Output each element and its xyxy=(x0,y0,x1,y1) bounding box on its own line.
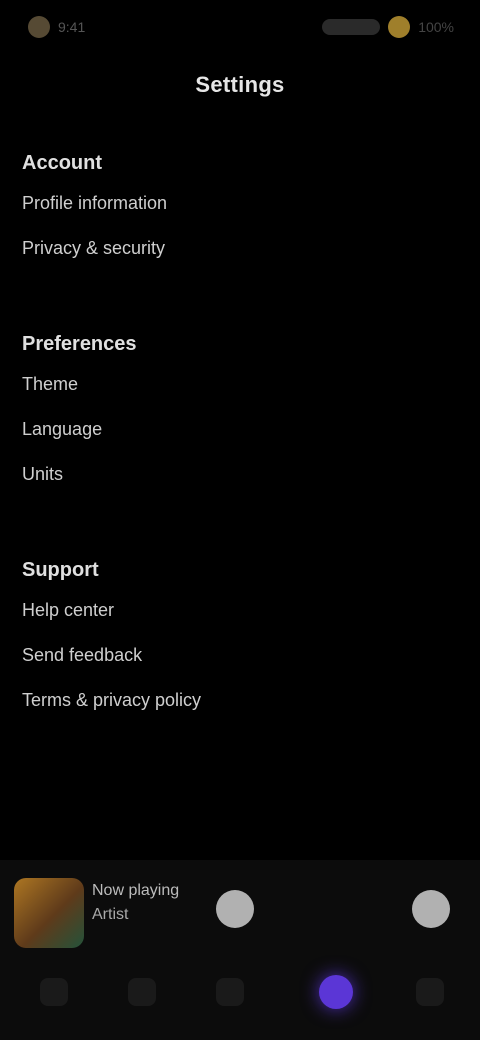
status-right: 100% xyxy=(322,16,454,38)
library-icon xyxy=(216,978,244,1006)
setting-language[interactable]: Language xyxy=(22,419,462,440)
status-time: 9:41 xyxy=(58,19,86,35)
status-indicator-icon xyxy=(28,16,50,38)
player-title: Now playing xyxy=(92,882,180,899)
setting-units[interactable]: Units xyxy=(22,464,462,485)
setting-terms[interactable]: Terms & privacy policy xyxy=(22,690,462,711)
battery-icon xyxy=(322,19,381,35)
profile-icon xyxy=(416,978,444,1006)
play-button[interactable] xyxy=(216,890,254,928)
setting-privacy[interactable]: Privacy & security xyxy=(22,238,462,259)
setting-help[interactable]: Help center xyxy=(22,600,462,621)
nav-home[interactable] xyxy=(24,962,84,1022)
setting-theme[interactable]: Theme xyxy=(22,374,462,395)
status-bar: 9:41 100% xyxy=(0,0,480,60)
setting-feedback[interactable]: Send feedback xyxy=(22,645,462,666)
home-icon xyxy=(40,978,68,1006)
status-left: 9:41 xyxy=(28,16,85,38)
search-icon xyxy=(128,978,156,1006)
nav-profile[interactable] xyxy=(400,962,460,1022)
player-subtitle: Artist xyxy=(92,906,129,923)
settings-list: Account Profile information Privacy & se… xyxy=(22,140,462,735)
setting-profile[interactable]: Profile information xyxy=(22,193,462,214)
status-battery: 100% xyxy=(418,19,454,35)
profile-dot-icon xyxy=(388,16,411,38)
next-button[interactable] xyxy=(412,890,450,928)
player-artwork[interactable] xyxy=(14,878,84,948)
nav-search[interactable] xyxy=(112,962,172,1022)
section-title-support: Support xyxy=(22,559,99,581)
nav-library[interactable] xyxy=(200,962,260,1022)
bottom-nav xyxy=(0,950,480,1040)
page-title: Settings xyxy=(195,72,285,97)
section-title-preferences: Preferences xyxy=(22,333,137,355)
nav-settings[interactable] xyxy=(306,962,366,1022)
settings-icon xyxy=(319,975,353,1009)
section-title-account: Account xyxy=(22,152,102,174)
bottom-area: Now playing Artist xyxy=(0,860,480,1040)
